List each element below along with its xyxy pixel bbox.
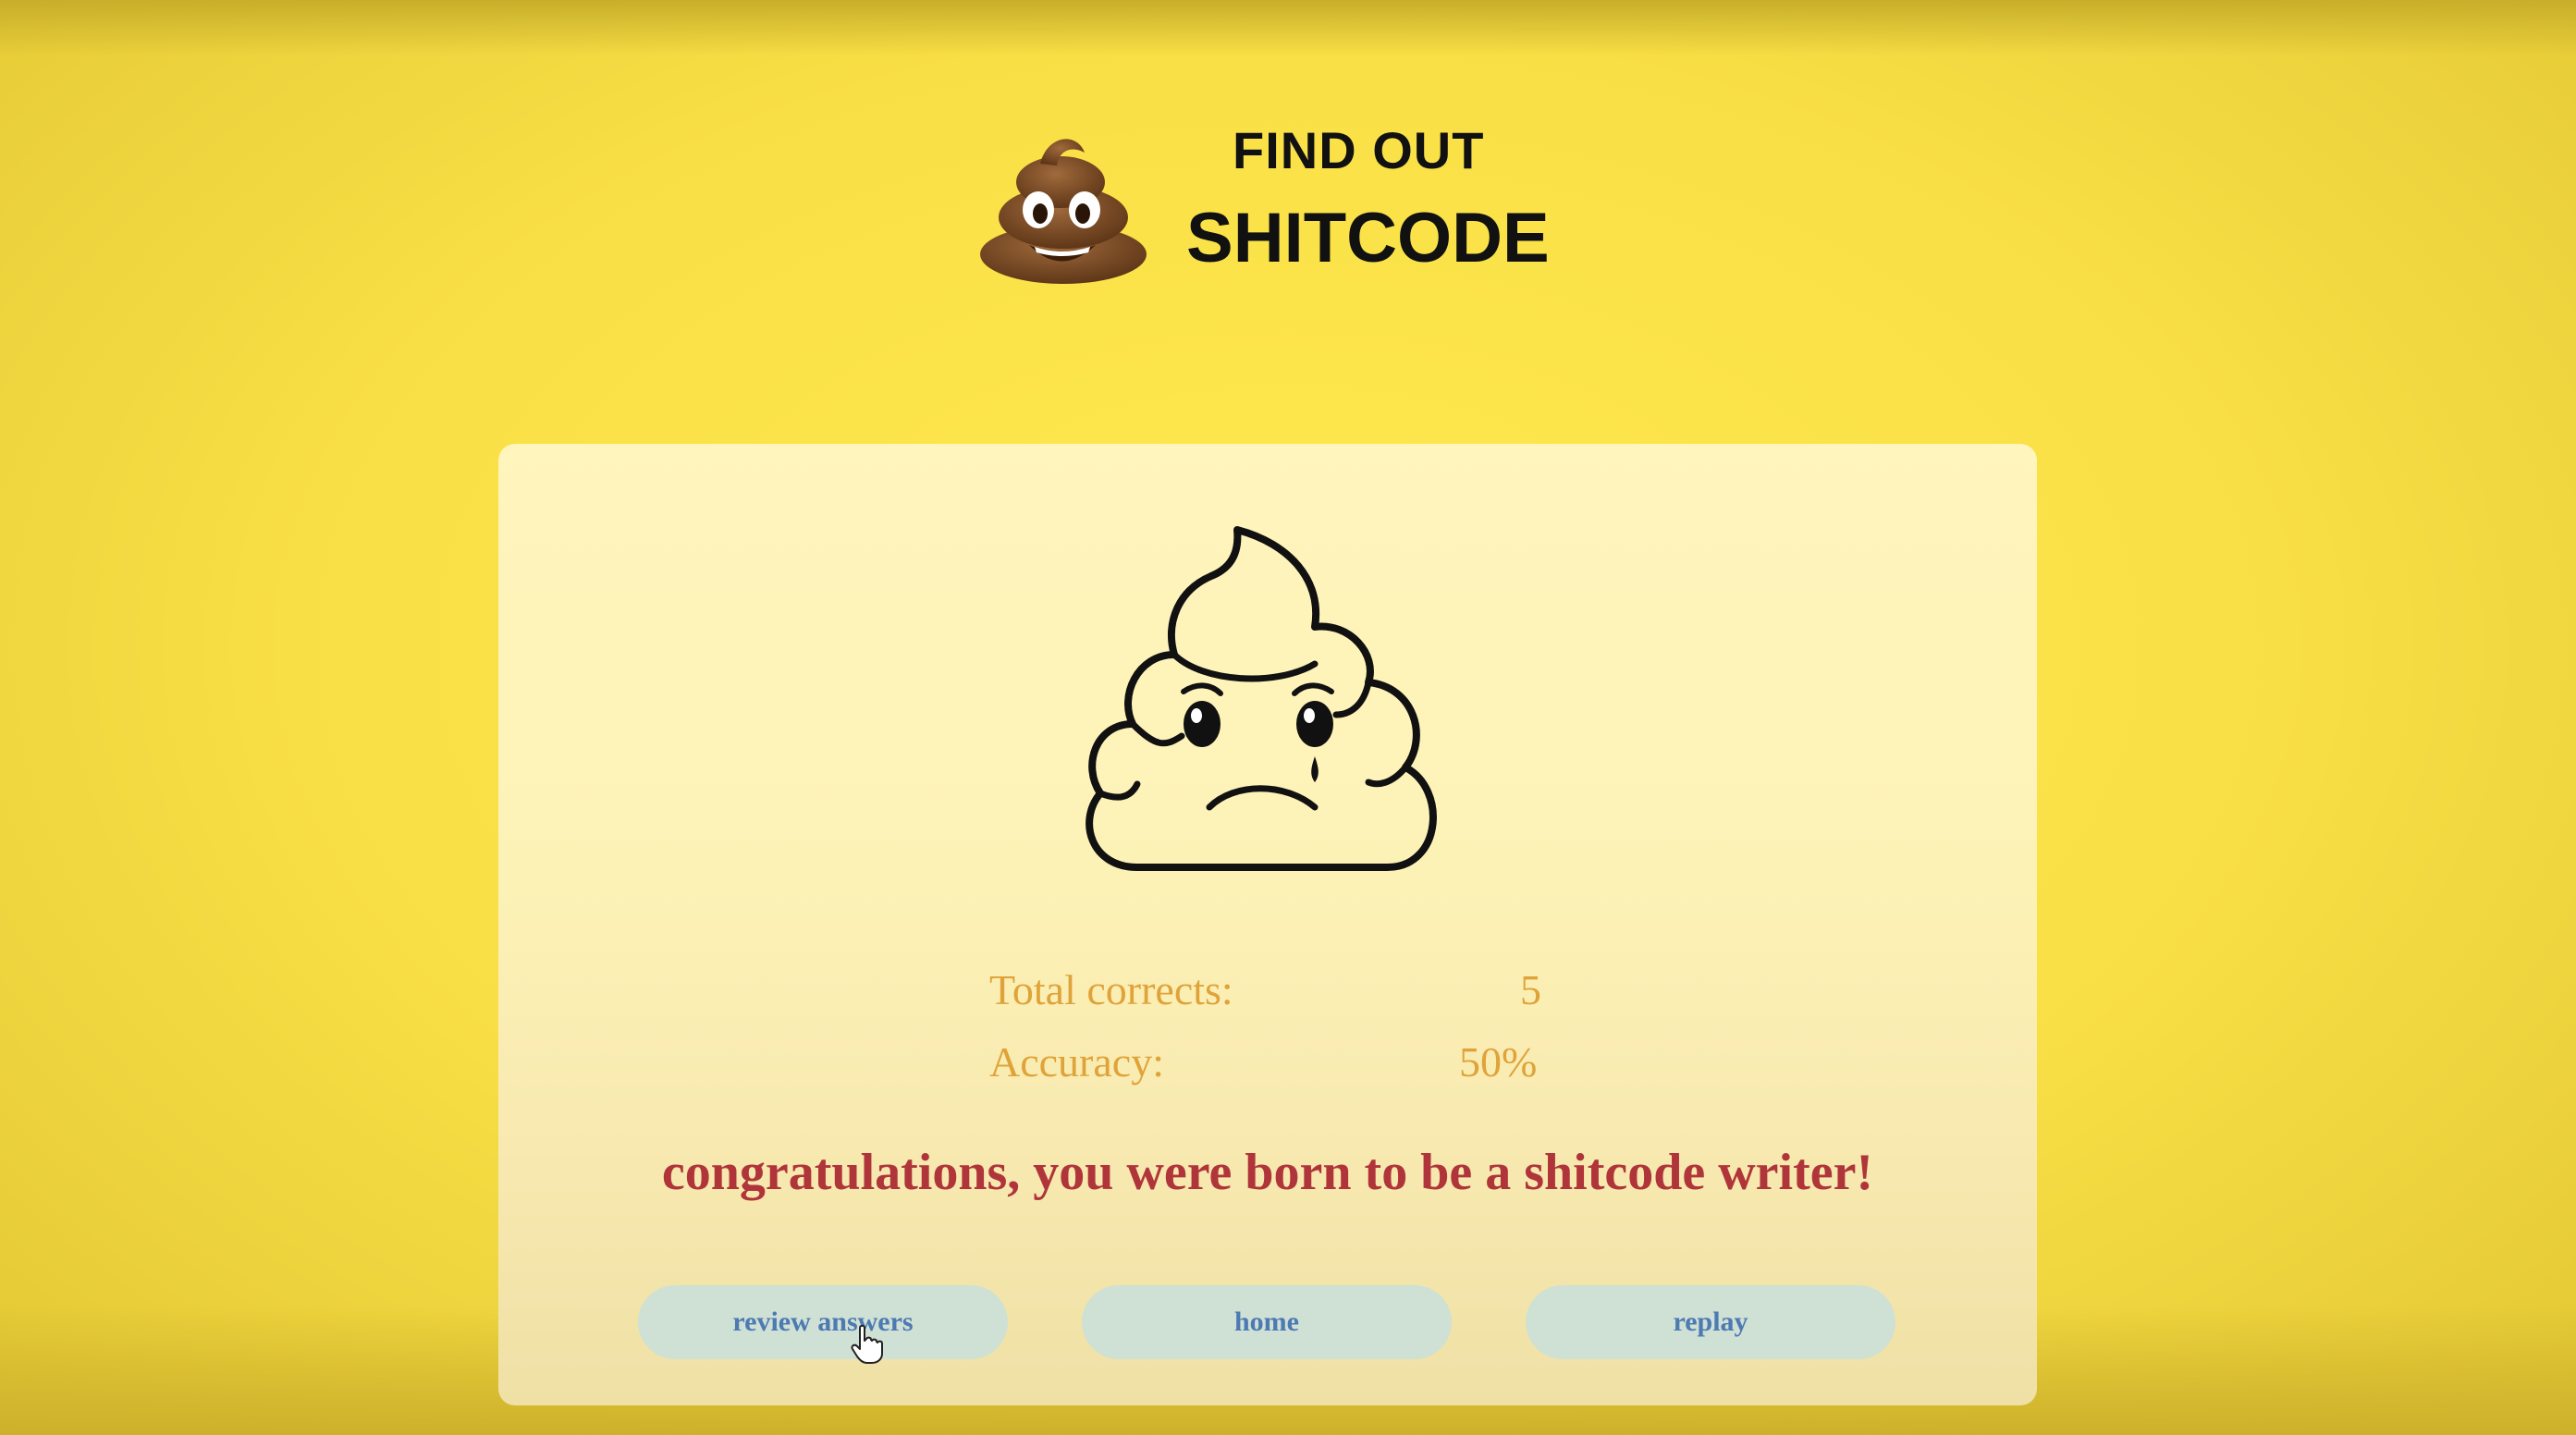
accuracy-value: 50% [1459, 1038, 1538, 1085]
pile-of-poo-icon [980, 139, 1147, 284]
home-button[interactable]: home [1082, 1285, 1452, 1359]
total-corrects-label: Total corrects: [989, 966, 1233, 1013]
crying-poo-outline-icon [1086, 526, 1437, 871]
accuracy-label: Accuracy: [989, 1038, 1164, 1085]
hand-cursor-icon [851, 1324, 883, 1364]
review-answers-button[interactable]: review answers [638, 1285, 1008, 1359]
replay-button[interactable]: replay [1526, 1285, 1895, 1359]
total-corrects-value: 5 [1520, 966, 1541, 1013]
title-line-2: SHITCODE [1186, 199, 1550, 277]
result-message: congratulations, you were born to be a s… [661, 1144, 1874, 1201]
top-shade [0, 0, 2576, 55]
title-line-1: FIND OUT [1233, 121, 1485, 179]
